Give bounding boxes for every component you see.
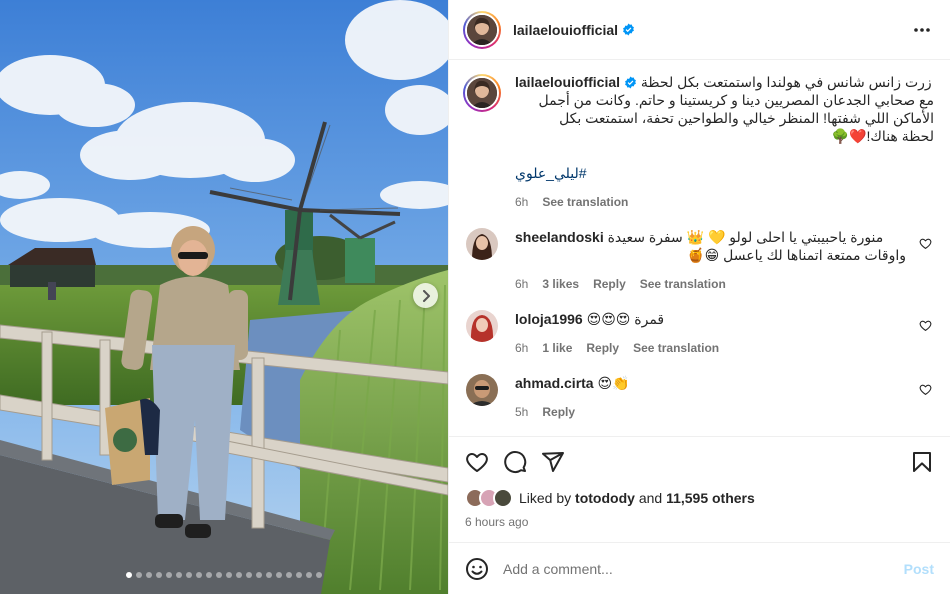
carousel-dot (166, 572, 172, 578)
caption-username[interactable]: lailaelouiofficial (515, 74, 620, 90)
more-horizontal-icon[interactable] (912, 20, 932, 40)
commenter-username[interactable]: sheelandoski (515, 229, 604, 245)
windmill-photo (0, 0, 448, 594)
verified-badge-icon (625, 76, 636, 89)
comment-text: منورة ياحبيبتي يا احلى لولو 💛 👑 سفرة سعي… (607, 229, 884, 245)
carousel-dot (136, 572, 142, 578)
carousel-dot (246, 572, 252, 578)
reply-button[interactable]: Reply (542, 405, 575, 419)
commenter-avatar[interactable] (466, 310, 498, 342)
see-translation-button[interactable]: See translation (640, 277, 726, 291)
carousel-dot (276, 572, 282, 578)
reply-button[interactable]: Reply (593, 277, 626, 291)
comment-text: 😍👏 (597, 375, 630, 391)
comment-time: 5h (515, 405, 529, 419)
comment-text: واوقات ممتعة اتمناها لك ياعسل 😁🍯 (687, 247, 906, 263)
carousel-dot (226, 572, 232, 578)
carousel-dot (146, 572, 152, 578)
post-actions: Liked by totodody and 11,595 others 6 ho… (449, 436, 950, 529)
carousel-indicator (0, 572, 448, 578)
liker-username[interactable]: totodody (575, 490, 635, 506)
liked-by-label: Liked by (519, 490, 572, 506)
carousel-dot (236, 572, 242, 578)
comment-icon (504, 451, 527, 473)
post-comment-button[interactable]: Post (904, 561, 934, 577)
comment-likes-button[interactable]: 3 likes (542, 277, 579, 291)
carousel-dot (196, 572, 202, 578)
carousel-dot (206, 572, 212, 578)
chevron-right-icon (422, 289, 430, 302)
author-username[interactable]: lailaelouiofficial (513, 22, 618, 38)
verified-badge-icon (623, 23, 634, 36)
heart-icon[interactable] (919, 237, 932, 250)
share-icon (542, 452, 564, 472)
share-button[interactable] (541, 450, 565, 474)
caption-text-line: مع صحابي الجدعان المصريين دينا و كريستين… (538, 92, 934, 108)
carousel-dot (156, 572, 162, 578)
carousel-dot (256, 572, 262, 578)
commenter-avatar[interactable] (466, 228, 498, 260)
carousel-dot (216, 572, 222, 578)
heart-icon (466, 453, 488, 472)
post-image[interactable] (0, 0, 448, 594)
instagram-post: lailaelouiofficial lailaelouiofficial زر… (0, 0, 950, 594)
comment-likes-button[interactable]: 1 like (542, 341, 572, 355)
like-button[interactable] (465, 450, 489, 474)
carousel-dot (306, 572, 312, 578)
carousel-dot (176, 572, 182, 578)
carousel-dot (286, 572, 292, 578)
commenter-username[interactable]: loloja1996 (515, 311, 583, 327)
hashtag-link[interactable]: #ليلي_علوي (515, 165, 934, 182)
likes-summary: Liked by totodody and 11,595 others (465, 488, 934, 508)
comment-input[interactable] (503, 560, 904, 577)
next-slide-button[interactable] (413, 283, 438, 308)
carousel-dot (126, 572, 132, 578)
likes-count[interactable]: 11,595 others (666, 490, 755, 506)
carousel-dot (296, 572, 302, 578)
carousel-dot (186, 572, 192, 578)
caption-time: 6h (515, 195, 529, 209)
caption-avatar[interactable] (463, 74, 501, 112)
comment-time: 6h (515, 277, 529, 291)
emoji-icon[interactable] (465, 557, 489, 581)
caption-text-line: الأماكن اللي شفتها! المنظر خيالي والطواح… (559, 110, 934, 126)
comment-item: loloja1996 قمرة 😍😍😍 6h 1 like Reply See … (463, 310, 934, 355)
caption-text-line: زرت زانس شانس في هولندا واستمتعت بكل لحظ… (640, 74, 932, 90)
comments-section[interactable]: lailaelouiofficial زرت زانس شانس في هولن… (449, 61, 950, 433)
reply-button[interactable]: Reply (586, 341, 619, 355)
bookmark-icon (913, 452, 931, 472)
post-panel: lailaelouiofficial lailaelouiofficial زر… (448, 0, 950, 594)
save-button[interactable] (910, 450, 934, 474)
see-translation-button[interactable]: See translation (542, 195, 628, 209)
commenter-avatar[interactable] (466, 374, 498, 406)
carousel-dot (316, 572, 322, 578)
comment-button[interactable] (503, 450, 527, 474)
author-avatar[interactable] (463, 10, 501, 49)
heart-icon[interactable] (919, 383, 932, 396)
comment-item: sheelandoski منورة ياحبيبتي يا احلى لولو… (463, 228, 934, 291)
see-translation-button[interactable]: See translation (633, 341, 719, 355)
commenter-username[interactable]: ahmad.cirta (515, 375, 594, 391)
post-timestamp[interactable]: 6 hours ago (465, 515, 934, 529)
comment-time: 6h (515, 341, 529, 355)
carousel-dot (266, 572, 272, 578)
comment-item: ahmad.cirta 😍👏 5h Reply (463, 374, 934, 419)
post-header: lailaelouiofficial (449, 0, 950, 60)
comment-text: قمرة 😍😍😍 (586, 311, 665, 327)
heart-icon[interactable] (919, 319, 932, 332)
caption-text-line: لحظة هناك!❤️🌳 (831, 128, 934, 144)
post-caption: lailaelouiofficial زرت زانس شانس في هولن… (463, 61, 934, 209)
liker-avatars[interactable] (465, 488, 513, 508)
add-comment-bar: Post (449, 542, 950, 594)
likes-and-label: and (638, 490, 663, 506)
